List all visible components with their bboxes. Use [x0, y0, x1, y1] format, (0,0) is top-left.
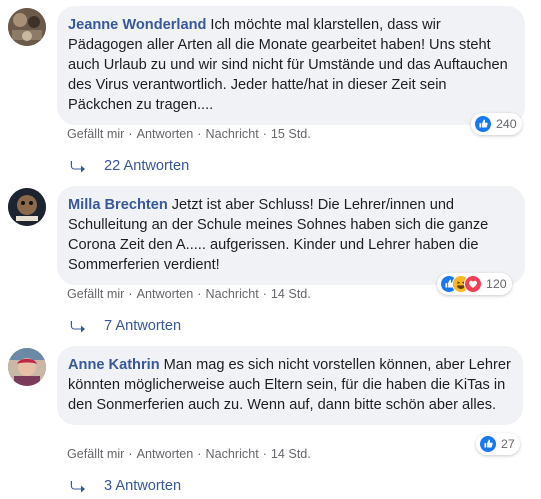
love-icon: [464, 275, 482, 293]
reply-arrow-icon: [70, 321, 85, 333]
reaction-summary[interactable]: 27: [476, 433, 520, 455]
avatar-image: [8, 348, 46, 386]
view-replies-link[interactable]: 7 Antworten: [70, 318, 181, 334]
view-replies-link[interactable]: 22 Antworten: [70, 158, 189, 174]
message-action[interactable]: Nachricht: [206, 447, 259, 461]
timestamp[interactable]: 14 Std.: [271, 287, 311, 301]
reaction-count: 120: [486, 277, 507, 291]
reply-arrow-icon: [70, 161, 85, 173]
like-action[interactable]: Gefällt mir: [67, 287, 124, 301]
replies-count: 7 Antworten: [104, 318, 182, 334]
reply-action[interactable]: Antworten: [137, 447, 194, 461]
replies-count: 3 Antworten: [104, 478, 182, 494]
like-icon: [479, 435, 497, 453]
replies-count: 22 Antworten: [104, 158, 190, 174]
comment-author[interactable]: Anne Kathrin: [68, 357, 160, 373]
avatar[interactable]: [8, 8, 46, 46]
comment-actions: Gefällt mir · Antworten · Nachricht · 14 Std.: [67, 287, 311, 301]
like-action[interactable]: Gefällt mir: [67, 447, 124, 461]
reply-action[interactable]: Antworten: [137, 127, 194, 141]
reaction-summary[interactable]: 240: [471, 113, 522, 135]
avatar[interactable]: [8, 188, 46, 226]
reaction-count: 240: [496, 117, 517, 131]
reply-arrow-icon: [70, 481, 85, 493]
avatar[interactable]: [8, 348, 46, 386]
comment-actions: Gefällt mir · Antworten · Nachricht · 15 Std.: [67, 127, 311, 141]
comment-author[interactable]: Jeanne Wonderland: [68, 17, 206, 33]
comment-bubble: Milla Brechten Jetzt ist aber Schluss! Di…: [57, 186, 525, 285]
view-replies-link[interactable]: 3 Antworten: [70, 478, 181, 494]
comment-bubble: Jeanne Wonderland Ich möchte mal klarstel…: [57, 6, 525, 125]
reply-action[interactable]: Antworten: [137, 287, 194, 301]
timestamp[interactable]: 15 Std.: [271, 127, 311, 141]
reaction-summary[interactable]: 120: [437, 273, 512, 295]
avatar-image: [8, 188, 46, 226]
avatar-image: [8, 8, 46, 46]
comment-author[interactable]: Milla Brechten: [68, 197, 168, 213]
comment-actions: Gefällt mir · Antworten · Nachricht · 14 Std.: [67, 447, 311, 461]
timestamp[interactable]: 14 Std.: [271, 447, 311, 461]
reaction-count: 27: [501, 437, 515, 451]
message-action[interactable]: Nachricht: [206, 287, 259, 301]
like-icon: [474, 115, 492, 133]
message-action[interactable]: Nachricht: [206, 127, 259, 141]
comment-bubble: Anne Kathrin Man mag es sich nicht vorste…: [57, 346, 523, 425]
like-action[interactable]: Gefällt mir: [67, 127, 124, 141]
